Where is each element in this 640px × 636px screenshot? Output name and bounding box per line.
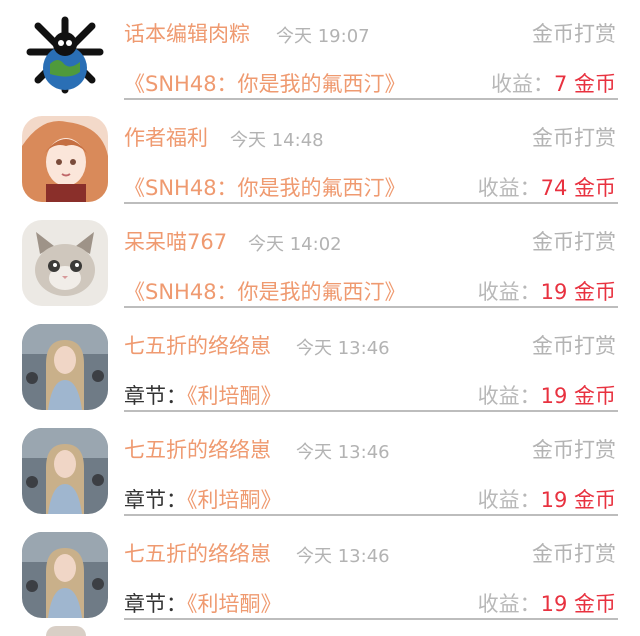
work-title[interactable]: 章节：《利培酮》 (124, 380, 282, 410)
row-divider (124, 306, 618, 308)
work-title-text: 《利培酮》 (187, 592, 282, 616)
sender-name[interactable]: 七五折的络络崽 (124, 330, 271, 360)
timestamp: 今天 14:02 (248, 234, 342, 255)
row-divider (124, 98, 618, 100)
list-item[interactable]: 呆呆喵767 今天 14:02 金币打赏 《SNH48：你是我的氟西汀》 收益：… (0, 208, 640, 312)
sender-name[interactable]: 七五折的络络崽 (124, 434, 271, 464)
sender-name[interactable]: 作者福利 (124, 122, 208, 152)
work-title[interactable]: 章节：《利培酮》 (124, 588, 282, 618)
girl-photo-icon (22, 532, 108, 618)
girl-photo-icon (22, 428, 108, 514)
earnings-label: 收益： (477, 384, 541, 408)
list-item[interactable]: 作者福利 今天 14:48 金币打赏 《SNH48：你是我的氟西汀》 收益：74… (0, 104, 640, 208)
timestamp: 今天 19:07 (276, 26, 370, 47)
kitten-icon (22, 220, 108, 306)
work-title[interactable]: 章节：《利培酮》 (124, 484, 282, 514)
timestamp: 今天 13:46 (296, 546, 390, 567)
action-label: 金币打赏 (532, 542, 616, 566)
work-title-text: 《SNH48：你是我的氟西汀》 (124, 72, 406, 96)
work-title-text: 《利培酮》 (187, 488, 282, 512)
anime-girl-icon (22, 116, 108, 202)
work-title[interactable]: 《SNH48：你是我的氟西汀》 (124, 276, 406, 306)
earnings-amount: 19 金币 (540, 280, 616, 304)
sender-name[interactable]: 七五折的络络崽 (124, 538, 271, 568)
earnings: 收益：19 金币 (478, 380, 616, 410)
work-title-text: 《SNH48：你是我的氟西汀》 (124, 280, 406, 304)
action-label: 金币打赏 (532, 334, 616, 358)
earnings-label: 收益： (477, 176, 541, 200)
sender-name[interactable]: 话本编辑肉粽 (124, 18, 250, 48)
earnings: 收益：7 金币 (491, 68, 616, 98)
action-label: 金币打赏 (532, 22, 616, 46)
row-divider (124, 410, 618, 412)
earnings-label: 收益： (477, 280, 541, 304)
action-label: 金币打赏 (532, 438, 616, 462)
earnings-amount: 19 金币 (540, 488, 616, 512)
work-prefix: 章节： (124, 488, 187, 512)
sender-name[interactable]: 呆呆喵767 (124, 226, 227, 256)
timestamp: 今天 13:46 (296, 442, 390, 463)
girl-photo-icon (22, 324, 108, 410)
action-label: 金币打赏 (532, 126, 616, 150)
row-divider (124, 514, 618, 516)
work-prefix: 章节： (124, 384, 187, 408)
earnings-label: 收益： (477, 592, 541, 616)
work-prefix: 章节： (124, 592, 187, 616)
list-item[interactable]: 七五折的络络崽 今天 13:46 金币打赏 章节：《利培酮》 收益：19 金币 (0, 312, 640, 416)
list-item[interactable]: 话本编辑肉粽 今天 19:07 金币打赏 《SNH48：你是我的氟西汀》 收益：… (0, 0, 640, 104)
avatar[interactable] (22, 220, 108, 306)
earnings-label: 收益： (490, 72, 554, 96)
earnings-amount: 19 金币 (540, 592, 616, 616)
avatar[interactable] (22, 324, 108, 410)
earnings-label: 收益： (477, 488, 541, 512)
action-label: 金币打赏 (532, 230, 616, 254)
earnings: 收益：74 金币 (478, 172, 616, 202)
row-divider (124, 202, 618, 204)
list-item[interactable]: 七五折的络络崽 今天 13:46 金币打赏 章节：《利培酮》 收益：19 金币 (0, 416, 640, 520)
timestamp: 今天 13:46 (296, 338, 390, 359)
earnings-amount: 19 金币 (540, 384, 616, 408)
timestamp: 今天 14:48 (230, 130, 324, 151)
work-title-text: 《利培酮》 (187, 384, 282, 408)
next-avatar-partial (46, 626, 86, 636)
earnings-amount: 7 金币 (553, 72, 616, 96)
work-title[interactable]: 《SNH48：你是我的氟西汀》 (124, 172, 406, 202)
skull-logo-icon (22, 12, 108, 98)
avatar[interactable] (22, 12, 108, 98)
avatar[interactable] (22, 116, 108, 202)
earnings-amount: 74 金币 (540, 176, 616, 200)
earnings: 收益：19 金币 (478, 588, 616, 618)
earnings: 收益：19 金币 (478, 276, 616, 306)
list-item[interactable]: 七五折的络络崽 今天 13:46 金币打赏 章节：《利培酮》 收益：19 金币 (0, 520, 640, 624)
work-title[interactable]: 《SNH48：你是我的氟西汀》 (124, 68, 406, 98)
avatar[interactable] (22, 428, 108, 514)
row-divider (124, 618, 618, 620)
avatar[interactable] (22, 532, 108, 618)
work-title-text: 《SNH48：你是我的氟西汀》 (124, 176, 406, 200)
earnings: 收益：19 金币 (478, 484, 616, 514)
